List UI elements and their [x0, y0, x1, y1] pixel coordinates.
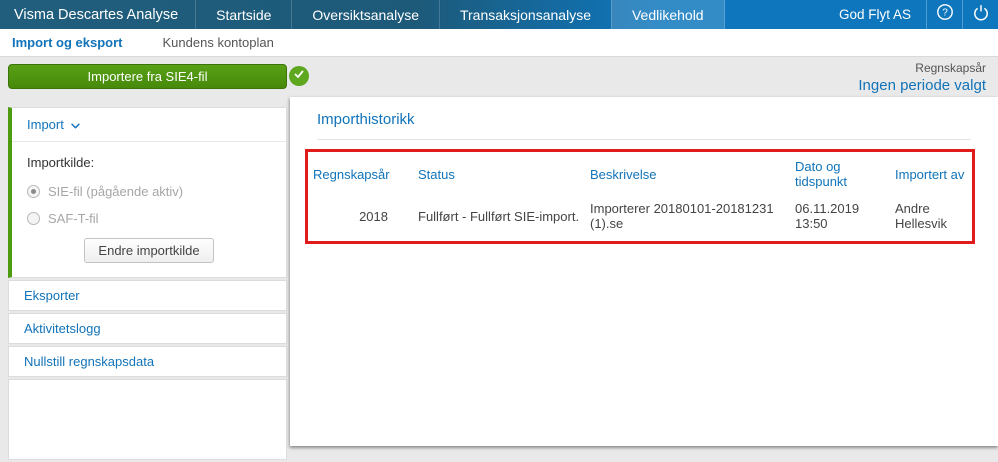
topnav-right: God Flyt AS ? — [824, 0, 998, 29]
radio-saf-t-fil[interactable]: SAF-T-fil — [27, 211, 271, 226]
radio-button-icon — [27, 212, 40, 225]
col-header-dato-og-tidspunkt[interactable]: Dato og tidspunkt — [795, 152, 895, 192]
cell-status: Fullført - Fullført SIE-import. — [418, 208, 580, 224]
period-value-link[interactable]: Ingen periode valgt — [858, 76, 986, 95]
sub-navbar: Import og eksport Kundens kontoplan — [0, 29, 998, 57]
cell-dato-og-tidspunkt: 06.11.2019 13:50 — [795, 201, 860, 231]
sidebar-item-aktivitetslogg[interactable]: Aktivitetslogg — [8, 313, 287, 344]
import-sie4-button[interactable]: Importere fra SIE4-fil — [8, 64, 287, 89]
radio-button-icon — [27, 185, 40, 198]
import-history-table: Regnskapsår Status Beskrivelse Dato og t… — [308, 152, 972, 241]
tab-vedlikehold[interactable]: Vedlikehold — [610, 0, 725, 29]
sidebar: Import Importkilde: SIE-fil (pågående ak… — [8, 107, 287, 462]
cell-regnskapsar: 2018 — [359, 208, 388, 224]
logout-button[interactable] — [962, 0, 998, 29]
col-header-importert-av[interactable]: Importert av — [895, 152, 972, 192]
import-history-highlight: Regnskapsår Status Beskrivelse Dato og t… — [305, 149, 975, 244]
sidebar-section-import: Import Importkilde: SIE-fil (pågående ak… — [8, 107, 287, 278]
title-divider — [317, 139, 971, 140]
svg-text:?: ? — [942, 8, 948, 19]
help-button[interactable]: ? — [926, 0, 962, 29]
import-source-label: Importkilde: — [27, 155, 95, 170]
cell-beskrivelse: Importerer 20180101-20181231 (1).se — [590, 201, 774, 231]
company-name[interactable]: God Flyt AS — [824, 0, 926, 29]
app-brand: Visma Descartes Analyse — [14, 6, 179, 23]
change-import-source-button[interactable]: Endre importkilde — [84, 238, 214, 263]
col-header-status[interactable]: Status — [418, 152, 590, 192]
import-section-body: Importkilde: SIE-fil (pågående aktiv) SA… — [12, 142, 286, 277]
import-success-badge — [289, 66, 309, 86]
help-icon: ? — [936, 3, 954, 26]
tab-oversiktsanalyse[interactable]: Oversiktsanalyse — [291, 0, 439, 29]
main-panel: Importhistorikk Regnskapsår Status Beskr… — [290, 97, 998, 446]
chevron-down-icon — [71, 117, 80, 132]
tab-transaksjonsanalyse[interactable]: Transaksjonsanalyse — [438, 0, 611, 29]
check-icon — [293, 67, 305, 85]
radio-sie-fil-label: SIE-fil (pågående aktiv) — [48, 184, 184, 199]
page-title: Importhistorikk — [317, 111, 415, 128]
col-header-regnskapsar[interactable]: Regnskapsår — [308, 152, 418, 192]
tab-startside[interactable]: Startside — [195, 0, 291, 29]
table-header-row: Regnskapsår Status Beskrivelse Dato og t… — [308, 152, 972, 192]
sidebar-empty-panel — [8, 379, 287, 460]
import-section-label: Import — [27, 117, 64, 132]
period-selector: Regnskapsår Ingen periode valgt — [858, 61, 986, 95]
sidebar-item-import[interactable]: Import — [12, 108, 286, 142]
sidebar-item-nullstill-regnskapsdata[interactable]: Nullstill regnskapsdata — [8, 346, 287, 377]
table-row[interactable]: 2018 Fullført - Fullført SIE-import. Imp… — [308, 192, 972, 241]
subtab-kundens-kontoplan[interactable]: Kundens kontoplan — [163, 35, 274, 50]
top-navbar: Visma Descartes Analyse Startside Oversi… — [0, 0, 998, 29]
radio-saf-t-fil-label: SAF-T-fil — [48, 211, 99, 226]
power-icon — [972, 3, 990, 26]
col-header-beskrivelse[interactable]: Beskrivelse — [590, 152, 795, 192]
sidebar-item-eksporter[interactable]: Eksporter — [8, 280, 287, 311]
radio-sie-fil[interactable]: SIE-fil (pågående aktiv) — [27, 184, 271, 199]
subtab-import-og-eksport[interactable]: Import og eksport — [12, 35, 123, 50]
fiscal-year-label: Regnskapsår — [915, 61, 986, 75]
cell-importert-av: Andre Hellesvik — [895, 201, 948, 231]
